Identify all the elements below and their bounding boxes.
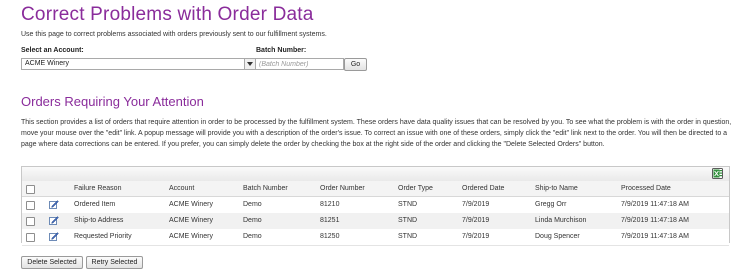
go-button[interactable]: Go — [344, 58, 367, 71]
column-header-order-type[interactable]: Order Type — [398, 181, 433, 196]
excel-export-icon[interactable] — [712, 168, 723, 179]
column-header-processed-date[interactable]: Processed Date — [621, 181, 671, 196]
ship-to-name-cell: Gregg Orr — [535, 201, 567, 208]
row-select-checkbox[interactable] — [26, 201, 35, 210]
ordered-date-cell: 7/9/2019 — [462, 217, 490, 224]
row-select-checkbox[interactable] — [26, 217, 35, 226]
account-label: Select an Account: — [21, 47, 84, 54]
ordered-date-cell: 7/9/2019 — [462, 233, 490, 240]
page-intro: Use this page to correct problems associ… — [21, 31, 327, 38]
account-cell: ACME Winery — [169, 233, 213, 240]
batch-number-cell: Demo — [243, 233, 262, 240]
processed-date-cell: 7/9/2019 11:47:18 AM — [621, 233, 689, 240]
select-all-checkbox[interactable] — [26, 185, 35, 194]
column-header-order-number[interactable]: Order Number — [320, 181, 365, 196]
account-select-value: ACME Winery — [25, 60, 69, 67]
page-title: Correct Problems with Order Data — [21, 4, 314, 25]
section-description: This section provides a list of orders t… — [21, 119, 732, 149]
column-header-ordered-date[interactable]: Ordered Date — [462, 181, 504, 196]
column-header-failure-reason[interactable]: Failure Reason — [74, 181, 121, 196]
failure-reason-cell: Ship-to Address — [74, 217, 124, 224]
orders-grid: Failure Reason Account Batch Number Orde… — [21, 166, 730, 246]
section-title: Orders Requiring Your Attention — [21, 94, 204, 109]
ordered-date-cell: 7/9/2019 — [462, 201, 490, 208]
table-row: Ship-to Address ACME Winery Demo 81251 S… — [22, 213, 729, 230]
order-type-cell: STND — [398, 217, 418, 224]
batch-number-input[interactable] — [255, 58, 344, 70]
dropdown-arrow-icon[interactable] — [244, 59, 255, 69]
account-cell: ACME Winery — [169, 217, 213, 224]
grid-toolbar — [22, 167, 729, 182]
column-header-batch-number[interactable]: Batch Number — [243, 181, 288, 196]
ship-to-name-cell: Linda Murchison — [535, 217, 587, 224]
edit-icon[interactable] — [49, 216, 59, 225]
batch-number-cell: Demo — [243, 217, 262, 224]
processed-date-cell: 7/9/2019 11:47:18 AM — [621, 217, 689, 224]
edit-icon[interactable] — [49, 232, 59, 241]
row-select-checkbox[interactable] — [26, 233, 35, 242]
table-row: Requested Priority ACME Winery Demo 8125… — [22, 229, 729, 246]
column-header-ship-to-name[interactable]: Ship-to Name — [535, 181, 578, 196]
column-header-account[interactable]: Account — [169, 181, 194, 196]
order-number-cell: 81210 — [320, 201, 340, 208]
failure-reason-cell: Requested Priority — [74, 233, 132, 240]
batch-number-cell: Demo — [243, 201, 262, 208]
batch-number-label: Batch Number: — [256, 47, 307, 54]
ship-to-name-cell: Doug Spencer — [535, 233, 580, 240]
retry-selected-button[interactable]: Retry Selected — [86, 256, 143, 269]
failure-reason-cell: Ordered Item — [74, 201, 116, 208]
edit-icon[interactable] — [49, 200, 59, 209]
order-number-cell: 81250 — [320, 233, 340, 240]
order-type-cell: STND — [398, 233, 418, 240]
order-number-cell: 81251 — [320, 217, 340, 224]
correct-order-data-page: Correct Problems with Order Data Use thi… — [0, 0, 750, 270]
order-type-cell: STND — [398, 201, 418, 208]
account-select[interactable]: ACME Winery — [21, 58, 256, 70]
delete-selected-button[interactable]: Delete Selected — [21, 256, 83, 269]
processed-date-cell: 7/9/2019 11:47:18 AM — [621, 201, 689, 208]
grid-header-row: Failure Reason Account Batch Number Orde… — [22, 181, 729, 197]
account-cell: ACME Winery — [169, 201, 213, 208]
table-row: Ordered Item ACME Winery Demo 81210 STND… — [22, 197, 729, 214]
